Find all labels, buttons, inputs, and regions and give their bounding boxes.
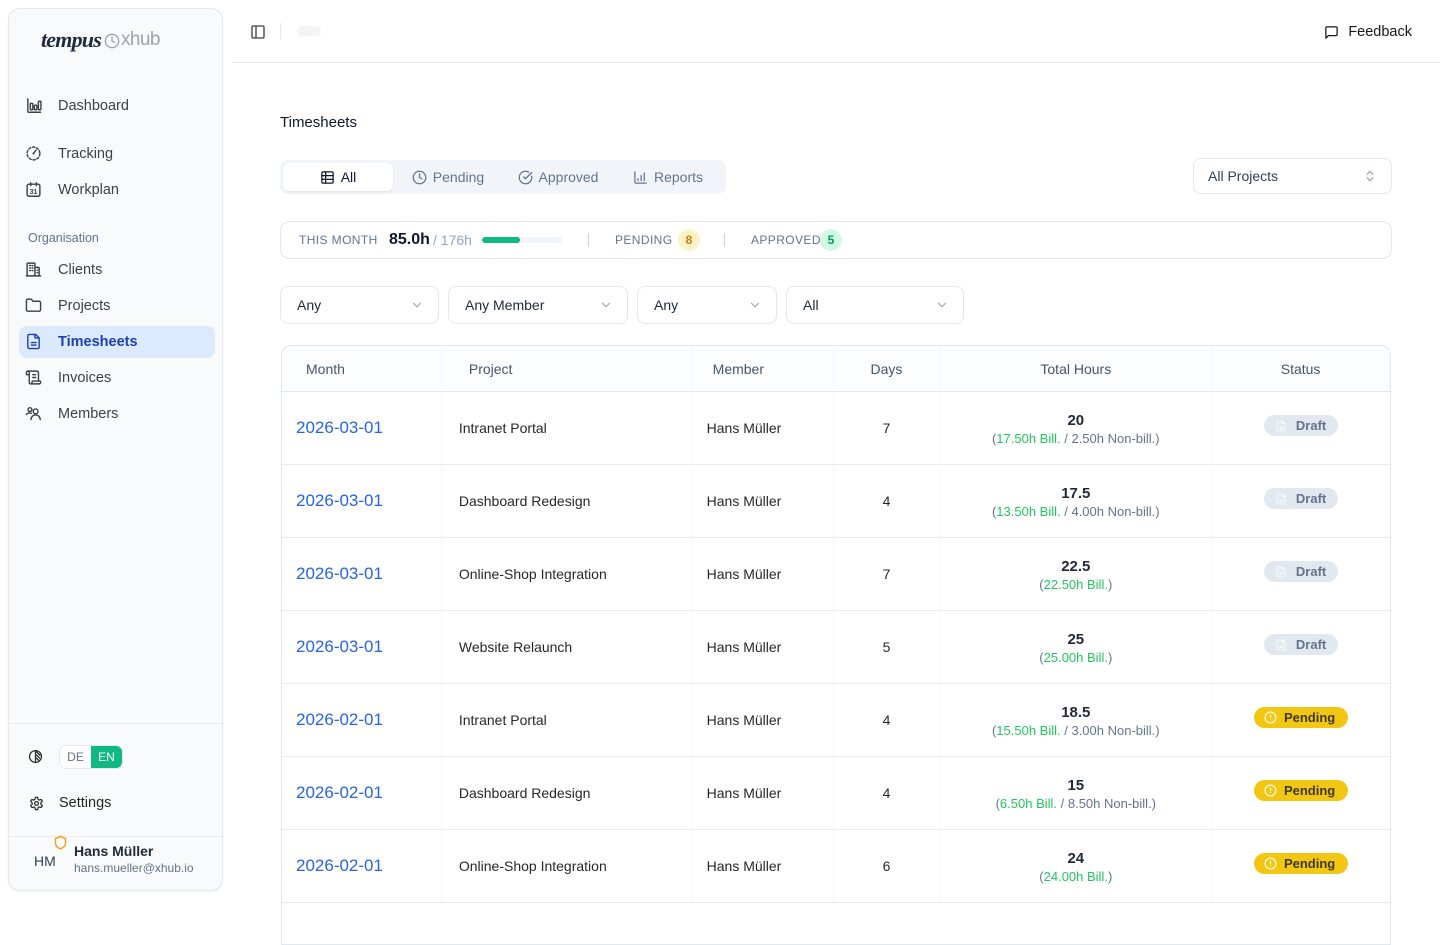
svg-text:31: 31	[30, 187, 38, 195]
